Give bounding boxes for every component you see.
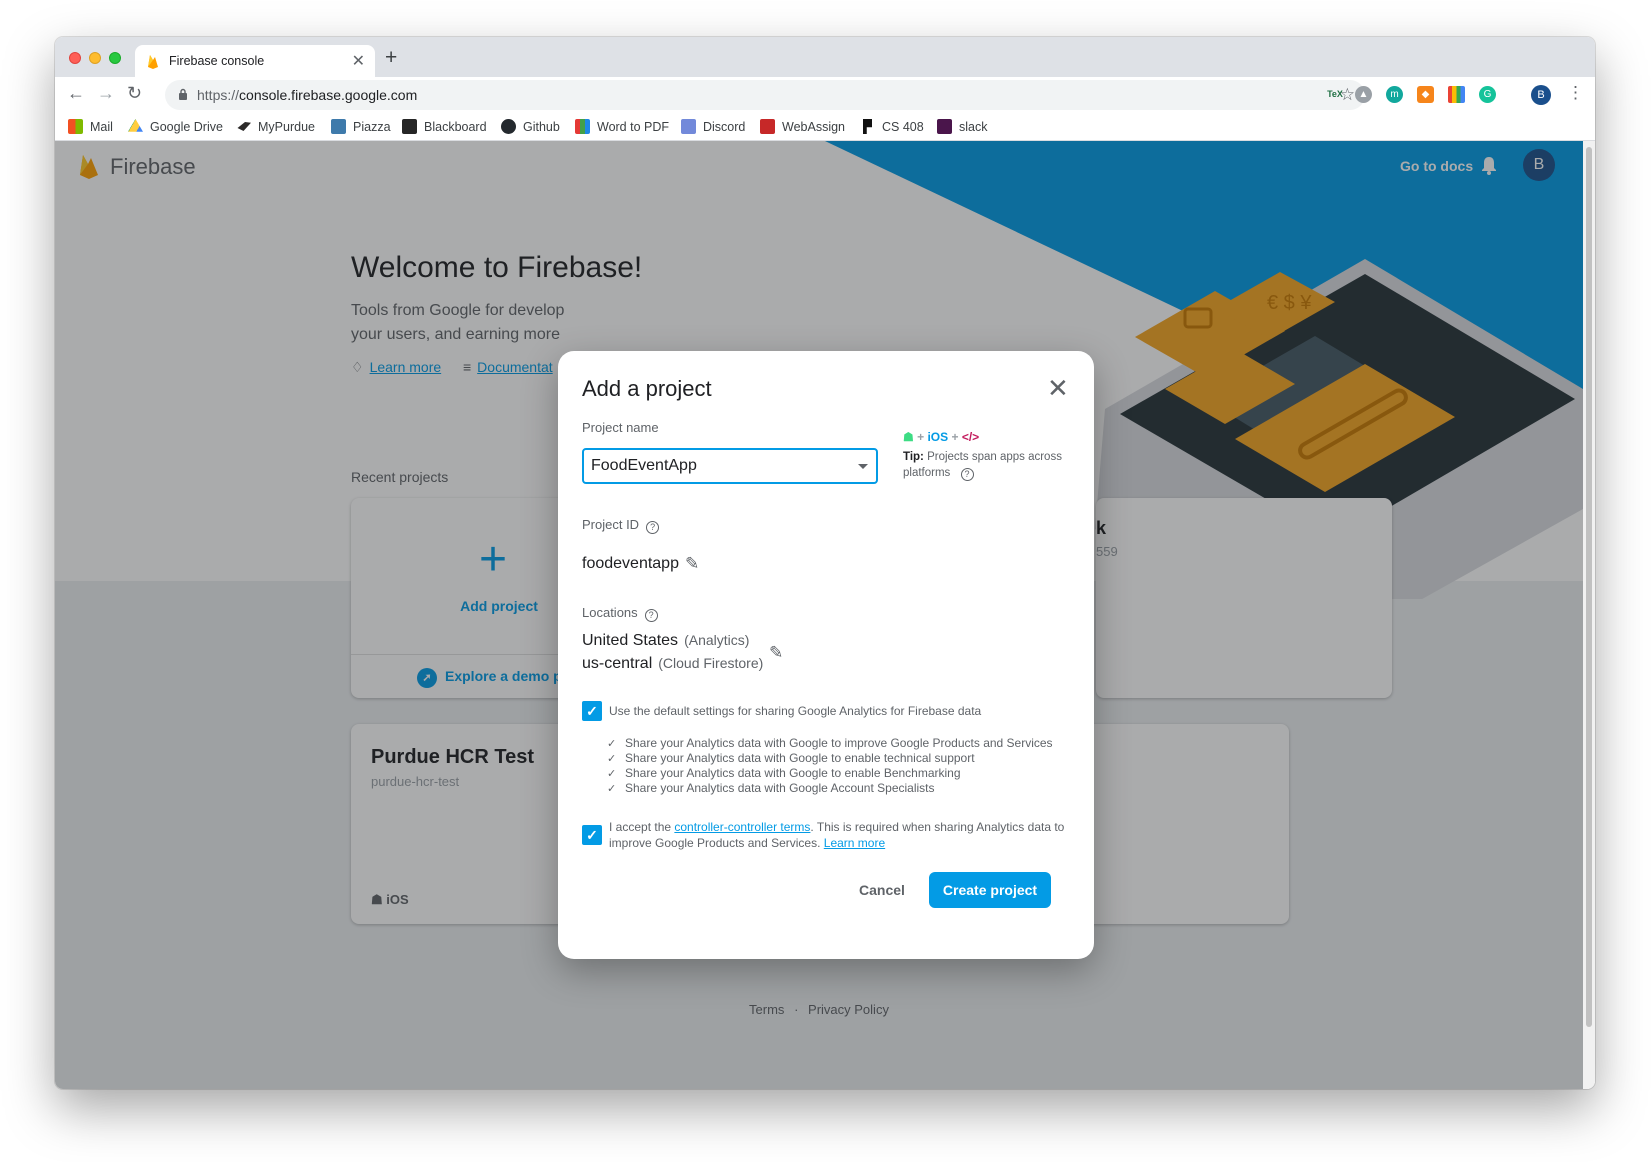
browser-window: Firebase console ✕ + ← → ↻ https://conso… [55, 37, 1595, 1089]
project-name-input[interactable]: FoodEventApp [582, 448, 878, 484]
bookmark-slack[interactable]: slack [937, 119, 987, 134]
project-name-label: Project name [582, 420, 659, 435]
lock-icon [179, 88, 187, 100]
piazza-icon [331, 119, 346, 134]
bookmarks-bar: Mail Google Drive MyPurdue Piazza Blackb… [55, 113, 1595, 141]
project-id-value: foodeventapp [582, 555, 679, 572]
accept-terms-checkbox[interactable]: ✓ [582, 825, 602, 845]
default-settings-label: Use the default settings for sharing Goo… [609, 704, 982, 718]
microsoft-icon [68, 119, 83, 134]
colors-extension-icon[interactable] [1448, 86, 1465, 103]
url-text: https://console.firebase.google.com [197, 87, 418, 103]
browser-menu-icon[interactable]: ⋮ [1567, 83, 1584, 103]
purdue-icon [237, 122, 251, 131]
dialog-title: Add a project [582, 376, 712, 401]
tab-close-icon[interactable]: ✕ [352, 51, 365, 71]
metamask-extension-icon[interactable]: ◆ [1417, 86, 1434, 103]
tab-firebase-console[interactable]: Firebase console ✕ [135, 45, 375, 77]
bookmark-cs408[interactable]: CS 408 [860, 119, 924, 134]
dropdown-arrow-icon[interactable] [858, 464, 868, 469]
tab-strip: Firebase console ✕ + [55, 37, 1595, 77]
firebase-page: € $ ¥ Firebase Go to docs B Welcome to F… [55, 141, 1595, 1089]
add-project-dialog: Add a project ✕ Project name FoodEventAp… [558, 351, 1094, 959]
help-icon[interactable]: ? [646, 521, 660, 534]
blackboard-icon [402, 119, 417, 134]
share-item: ✓ Share your Analytics data with Google t… [607, 766, 961, 780]
grammarly-extension-icon[interactable]: G [1479, 86, 1496, 103]
help-icon[interactable]: ? [644, 609, 658, 622]
minimize-window-button[interactable] [89, 52, 101, 64]
m-extension-icon[interactable]: m [1386, 86, 1403, 103]
create-project-button[interactable]: Create project [929, 872, 1051, 908]
edit-locations-icon[interactable]: ✎ [769, 643, 783, 663]
bookmark-google-drive[interactable]: Google Drive [128, 119, 223, 134]
bookmark-webassign[interactable]: WebAssign [760, 119, 845, 134]
github-icon [501, 119, 516, 134]
bookmark-discord[interactable]: Discord [681, 119, 745, 134]
webassign-icon [760, 119, 775, 134]
drive-icon [128, 119, 143, 132]
default-settings-checkbox[interactable]: ✓ [582, 701, 602, 721]
platforms-tip: ☗ + iOS + </> Tip: Projects span apps ac… [903, 430, 1062, 481]
location-firestore: us-central (Cloud Firestore) [582, 655, 764, 672]
terms-learn-more-link[interactable]: Learn more [824, 836, 885, 850]
ios-icon: iOS [927, 430, 949, 444]
check-icon: ✓ [607, 783, 617, 795]
cancel-button[interactable]: Cancel [850, 872, 914, 908]
locations-label: Locations? [582, 605, 658, 622]
address-bar[interactable]: https://console.firebase.google.com ☆ [165, 80, 1365, 110]
share-item: ✓ Share your Analytics data with Google t… [607, 751, 975, 765]
share-item: ✓ Share your Analytics data with Google A… [607, 781, 935, 795]
profile-avatar[interactable]: B [1531, 85, 1551, 105]
share-item: ✓ Share your Analytics data with Google t… [607, 736, 1053, 750]
help-icon[interactable]: ? [960, 468, 974, 481]
close-window-button[interactable] [69, 52, 81, 64]
bookmark-blackboard[interactable]: Blackboard [402, 119, 487, 134]
bookmark-piazza[interactable]: Piazza [331, 119, 391, 134]
word-to-pdf-icon [575, 119, 590, 134]
bookmark-word-to-pdf[interactable]: Word to PDF [575, 119, 669, 134]
accept-terms-label: I accept the controller-controller terms… [609, 820, 1065, 850]
tab-title: Firebase console [169, 54, 265, 68]
bookmark-mypurdue[interactable]: MyPurdue [236, 119, 315, 134]
check-icon: ✓ [607, 738, 617, 750]
project-name-value: FoodEventApp [591, 457, 697, 474]
drive-extension-icon[interactable]: ▲ [1355, 86, 1372, 103]
controller-terms-link[interactable]: controller-controller terms [674, 820, 810, 834]
page-scrollbar[interactable] [1583, 141, 1595, 1089]
check-icon: ✓ [607, 768, 617, 780]
forward-icon[interactable]: → [97, 83, 115, 104]
cs408-icon [863, 119, 872, 134]
bookmark-github[interactable]: Github [501, 119, 560, 134]
toolbar: ← → ↻ https://console.firebase.google.co… [55, 77, 1595, 113]
web-code-icon: </> [961, 430, 980, 444]
check-icon: ✓ [607, 753, 617, 765]
back-icon[interactable]: ← [67, 83, 85, 104]
android-icon: ☗ [903, 430, 914, 444]
slack-icon [937, 119, 952, 134]
close-dialog-icon[interactable]: ✕ [1047, 373, 1069, 404]
new-tab-button[interactable]: + [385, 46, 397, 70]
bookmark-mail[interactable]: Mail [68, 119, 113, 134]
discord-icon [681, 119, 696, 134]
firebase-favicon-icon [148, 55, 158, 69]
location-analytics: United States (Analytics) [582, 632, 750, 649]
edit-project-id-icon[interactable]: ✎ [685, 554, 699, 574]
tex-extension-icon[interactable]: TeX [1323, 86, 1347, 103]
maximize-window-button[interactable] [109, 52, 121, 64]
reload-icon[interactable]: ↻ [127, 83, 142, 104]
project-id-label: Project ID? [582, 517, 660, 534]
